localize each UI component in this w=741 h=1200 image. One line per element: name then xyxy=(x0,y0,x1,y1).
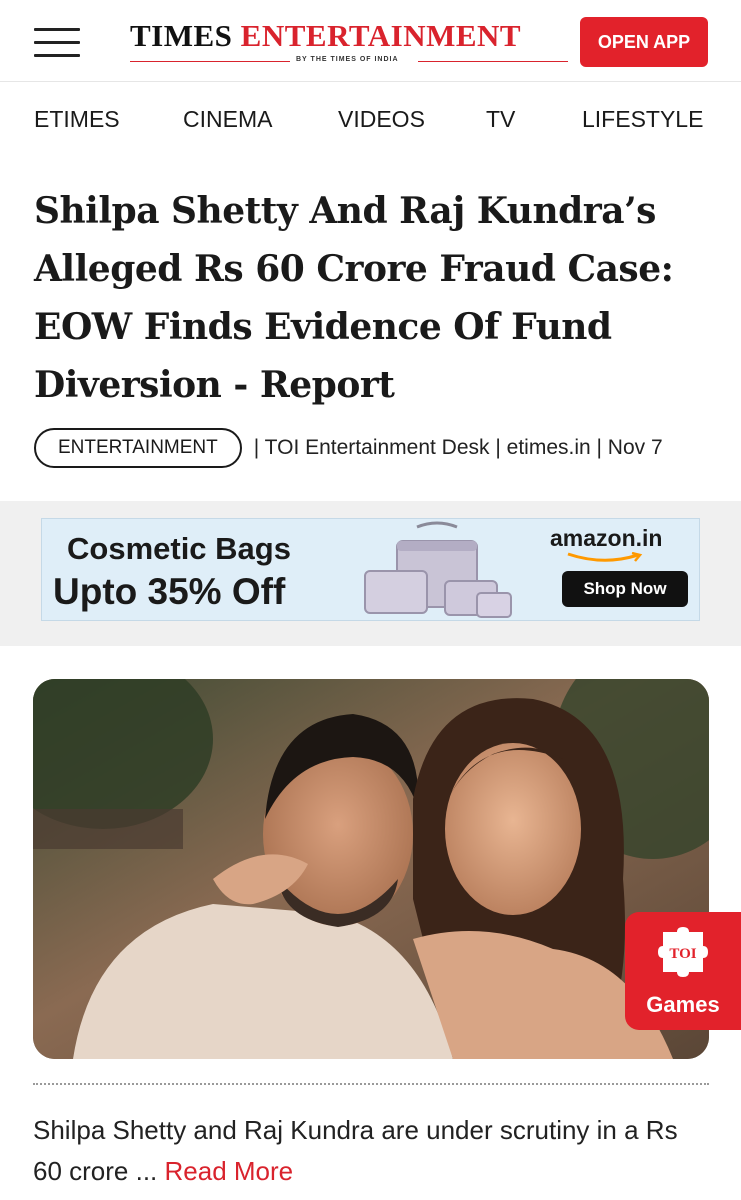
toi-games-button[interactable]: TOI Games xyxy=(625,912,741,1030)
open-app-button[interactable]: OPEN APP xyxy=(580,17,708,67)
games-label: Games xyxy=(646,992,720,1017)
section-nav: ETIMES CINEMA VIDEOS TV LIFESTYLE xyxy=(0,82,741,156)
nav-item-tv[interactable]: TV xyxy=(486,106,515,133)
nav-item-cinema[interactable]: CINEMA xyxy=(183,106,272,133)
dotted-divider xyxy=(33,1083,709,1085)
logo-entertainment-text: ENTERTAINMENT xyxy=(240,18,522,53)
ad-container: Cosmetic Bags Upto 35% Off amazon.in Sho… xyxy=(0,501,741,646)
games-icon-text: TOI xyxy=(669,946,696,962)
ad-title: Cosmetic Bags xyxy=(67,531,291,566)
nav-item-videos[interactable]: VIDEOS xyxy=(338,106,425,133)
site-logo[interactable]: TIMES ENTERTAINMENT BY THE TIMES OF INDI… xyxy=(130,18,568,68)
nav-item-etimes[interactable]: ETIMES xyxy=(34,106,120,133)
article-hero-image[interactable] xyxy=(33,679,709,1059)
category-tag-button[interactable]: ENTERTAINMENT xyxy=(34,428,242,468)
logo-times-text: TIMES xyxy=(130,18,233,53)
shop-now-button[interactable]: Shop Now xyxy=(562,571,688,607)
article-summary: Shilpa Shetty and Raj Kundra are under s… xyxy=(33,1110,713,1192)
cosmetic-bags-image xyxy=(364,521,512,618)
nav-item-lifestyle[interactable]: LIFESTYLE xyxy=(582,106,703,133)
hamburger-menu-icon[interactable] xyxy=(34,28,80,58)
read-more-link[interactable]: Read More xyxy=(165,1156,294,1186)
ad-banner[interactable]: Cosmetic Bags Upto 35% Off amazon.in Sho… xyxy=(41,518,700,621)
puzzle-icon: TOI xyxy=(658,927,708,977)
byline-text: | TOI Entertainment Desk | etimes.in | N… xyxy=(253,436,663,459)
amazon-logo-text: amazon.in xyxy=(550,525,663,551)
ad-offer: Upto 35% Off xyxy=(53,571,286,612)
logo-tagline: BY THE TIMES OF INDIA xyxy=(130,56,568,66)
article-headline: Shilpa Shetty And Raj Kundra’s Alleged R… xyxy=(34,190,674,406)
article-byline: ENTERTAINMENT | TOI Entertainment Desk |… xyxy=(34,428,724,468)
top-header: TIMES ENTERTAINMENT BY THE TIMES OF INDI… xyxy=(0,0,741,82)
amazon-smile-icon xyxy=(567,552,643,562)
logo-tagline-text: BY THE TIMES OF INDIA xyxy=(296,56,399,63)
couple-photo xyxy=(33,679,709,1059)
summary-text: Shilpa Shetty and Raj Kundra are under s… xyxy=(33,1115,678,1186)
